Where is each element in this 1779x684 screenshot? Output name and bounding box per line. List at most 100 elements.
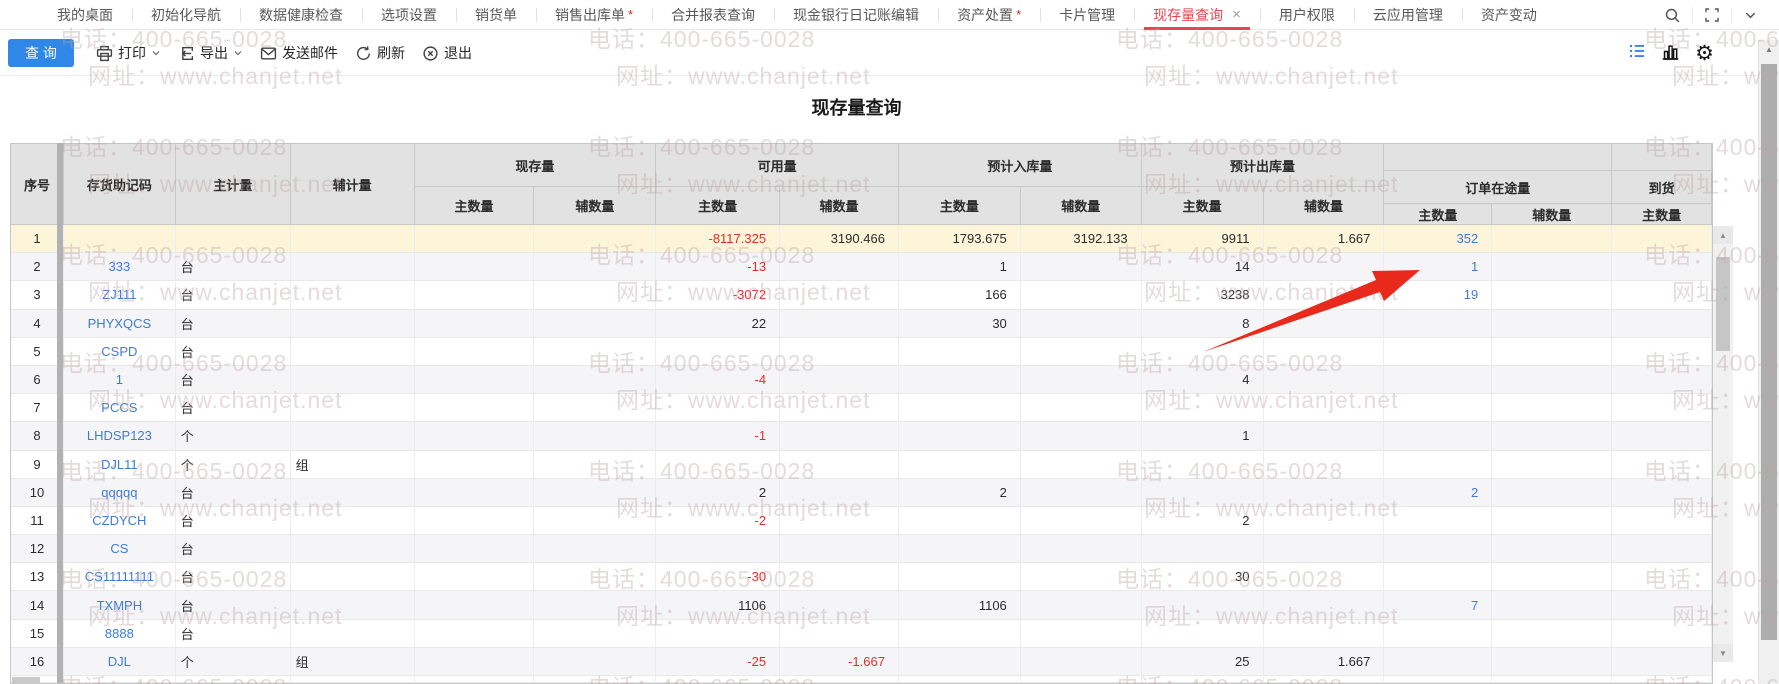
- toolbar-button-exit[interactable]: 退出: [422, 43, 472, 63]
- column-header-3[interactable]: 主计量: [175, 144, 291, 225]
- table-row[interactable]: 4 PHYXQCS 台 22 30 8: [11, 309, 1712, 338]
- nav-tab-10[interactable]: 卡片管理: [1040, 0, 1134, 30]
- cell-item-code[interactable]: ZJ111: [63, 281, 176, 310]
- frozen-column-divider[interactable]: [57, 143, 63, 683]
- cell-item-code[interactable]: DJL: [63, 647, 176, 676]
- column-header-主数量[interactable]: 主数量: [656, 187, 781, 225]
- table-row[interactable]: 10 qqqqq 台 2 2 2: [11, 478, 1712, 507]
- nav-tab-2[interactable]: 初始化导航: [132, 0, 240, 30]
- column-group-header[interactable]: 预计入库量: [898, 144, 1142, 187]
- table-row[interactable]: 5 CSPD 台: [11, 337, 1712, 366]
- scroll-up-icon[interactable]: ▲: [1713, 226, 1733, 244]
- scroll-up-icon[interactable]: ▲: [1759, 40, 1779, 58]
- cell-value: [898, 676, 1021, 683]
- column-header-主数量[interactable]: 主数量: [898, 187, 1021, 225]
- page-vertical-scrollbar[interactable]: ▲: [1758, 40, 1779, 684]
- nav-tab-14[interactable]: 资产变动: [1461, 0, 1556, 30]
- nav-tab-7[interactable]: 合并报表查询: [652, 0, 774, 30]
- nav-tab-4[interactable]: 选项设置: [362, 0, 456, 30]
- column-header-主数量[interactable]: 主数量: [1384, 204, 1493, 225]
- column-header-辅数量[interactable]: 辅数量: [1263, 187, 1385, 225]
- column-header-主数量[interactable]: 主数量: [414, 187, 535, 225]
- column-group-header[interactable]: 预计出库量: [1141, 144, 1385, 187]
- list-view-icon[interactable]: [1628, 42, 1646, 65]
- column-group-header[interactable]: 现存量: [414, 144, 657, 187]
- table-row[interactable]: 1 -8117.325 3190.466 1793.675 3192.133 9911 1.…: [11, 225, 1712, 254]
- scroll-down-icon[interactable]: ▼: [1713, 644, 1733, 662]
- cell-value: 1793.675: [898, 225, 1021, 254]
- table-row[interactable]: 3 ZJ111 台 -3072 166 3238 19: [11, 281, 1712, 310]
- cell-item-code[interactable]: LHDSP123: [63, 422, 176, 451]
- table-row[interactable]: 7 PCCS 台: [11, 394, 1712, 423]
- cell-item-code[interactable]: qqqqq: [63, 478, 176, 507]
- column-group-header[interactable]: 到货: [1612, 171, 1712, 204]
- cell-item-code[interactable]: 8888: [63, 619, 176, 648]
- cell-value: [1612, 535, 1712, 564]
- nav-tab-9[interactable]: 资产处置 *: [938, 0, 1040, 30]
- horizontal-scrollbar-thumb[interactable]: [12, 677, 40, 684]
- toolbar-button-refresh[interactable]: 刷新: [355, 43, 405, 63]
- cell-item-code[interactable]: CZDYCH: [63, 506, 176, 536]
- fullscreen-icon[interactable]: [1692, 7, 1731, 23]
- cell-value: [1612, 281, 1712, 310]
- nav-tab-12[interactable]: 用户权限: [1259, 0, 1354, 30]
- table-row[interactable]: 2 333 台 -13 1 14 1: [11, 253, 1712, 282]
- cell-item-code[interactable]: TXMPH: [63, 591, 176, 620]
- table-row[interactable]: 14 TXMPH 台 1106 1106 7: [11, 591, 1712, 620]
- table-row[interactable]: 11 CZDYCH 台 -2 2: [11, 506, 1712, 536]
- toolbar-button-export[interactable]: 导出: [178, 43, 243, 63]
- cell-item-code[interactable]: 333: [63, 253, 176, 282]
- cell-value[interactable]: 19: [1384, 281, 1493, 310]
- cell-item-code[interactable]: DJL11: [63, 450, 176, 479]
- table-row[interactable]: 15 8888 台: [11, 619, 1712, 648]
- search-icon[interactable]: [1653, 7, 1692, 24]
- cell-item-code[interactable]: CS: [63, 535, 176, 564]
- cell-item-code[interactable]: PCCS: [63, 394, 176, 423]
- nav-tab-13[interactable]: 云应用管理: [1353, 0, 1462, 30]
- cell-value[interactable]: 352: [1384, 225, 1493, 254]
- table-row[interactable]: 12 CS 台: [11, 535, 1712, 564]
- nav-tab-3[interactable]: 数据健康检查: [240, 0, 362, 30]
- cell-item-code[interactable]: PHYXQCS: [63, 309, 176, 338]
- gear-icon[interactable]: ⚙: [1695, 43, 1714, 64]
- nav-tab-label: 我的桌面: [57, 6, 113, 23]
- close-icon[interactable]: ×: [1232, 7, 1241, 22]
- nav-tab-11[interactable]: 现存量查询 ×: [1134, 0, 1260, 30]
- column-group-header[interactable]: 订单在途量: [1384, 171, 1613, 204]
- cell-value: [1612, 309, 1712, 338]
- column-header-辅数量[interactable]: 辅数量: [534, 187, 657, 225]
- table-row[interactable]: 16 DJL 个组 -25 -1.667 25 1.667: [11, 647, 1712, 676]
- column-header-4[interactable]: 辅计量: [290, 144, 415, 225]
- bar-chart-icon[interactable]: [1661, 42, 1680, 66]
- page-scrollbar-thumb[interactable]: [1761, 64, 1777, 640]
- table-row[interactable]: 8 LHDSP123 个 -1 1: [11, 422, 1712, 451]
- table-scrollbar-thumb[interactable]: [1716, 257, 1730, 351]
- column-header-辅数量[interactable]: 辅数量: [1020, 187, 1142, 225]
- table-row[interactable]: 9 DJL11 个组: [11, 450, 1712, 479]
- cell-item-code[interactable]: CS11111111: [63, 563, 176, 592]
- column-header-2[interactable]: 存货助记码: [63, 144, 176, 225]
- column-header-辅数量[interactable]: 辅数量: [780, 187, 899, 225]
- chevron-down-icon[interactable]: [1731, 7, 1769, 23]
- table-row[interactable]: 6 1 台 -4 4: [11, 365, 1712, 395]
- nav-tab-5[interactable]: 销货单: [456, 0, 536, 30]
- cell-value[interactable]: 2: [1384, 478, 1493, 507]
- column-header-主数量[interactable]: 主数量: [1612, 204, 1712, 225]
- cell-item-code[interactable]: 1: [63, 365, 176, 395]
- column-header-辅数量[interactable]: 辅数量: [1492, 204, 1613, 225]
- column-header-1[interactable]: 序号: [11, 144, 64, 225]
- toolbar-button-mail[interactable]: 发送邮件: [260, 43, 338, 63]
- cell-item-code[interactable]: CSPD: [63, 337, 176, 366]
- cell-value[interactable]: 1: [1384, 253, 1493, 282]
- toolbar-button-printer[interactable]: 打印: [96, 43, 161, 63]
- nav-tab-8[interactable]: 现金银行日记账编辑: [774, 0, 938, 30]
- nav-tab-6[interactable]: 销售出库单 *: [536, 0, 652, 30]
- query-button[interactable]: 查 询: [8, 39, 74, 67]
- nav-tab-1[interactable]: 我的桌面: [38, 0, 132, 30]
- table-vertical-scrollbar[interactable]: ▲ ▼: [1713, 226, 1733, 662]
- column-group-header[interactable]: 可用量: [656, 144, 899, 187]
- cell-value: [1492, 394, 1613, 423]
- table-row[interactable]: 13 CS11111111 台 -30 30: [11, 563, 1712, 592]
- column-header-主数量[interactable]: 主数量: [1141, 187, 1264, 225]
- cell-value[interactable]: 7: [1384, 591, 1493, 620]
